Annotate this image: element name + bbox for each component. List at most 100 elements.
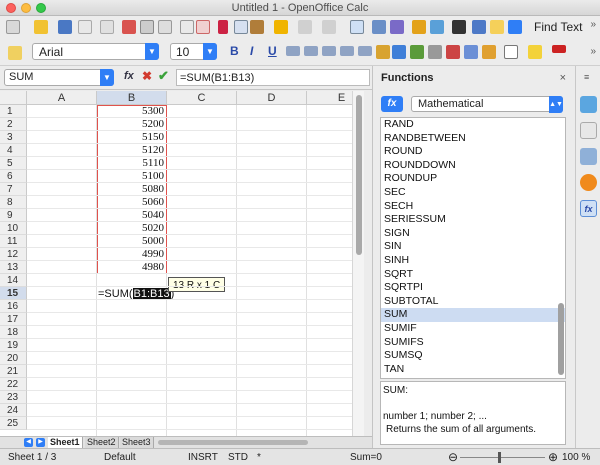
underline-button[interactable]: U xyxy=(268,44,277,58)
clone-formatting-icon[interactable] xyxy=(274,20,288,34)
vertical-scroll-thumb[interactable] xyxy=(356,95,362,255)
font-name-select[interactable]: Arial ▼ xyxy=(32,43,159,60)
autospellcheck-icon[interactable] xyxy=(196,20,210,34)
list-item[interactable]: SUMIFS xyxy=(381,336,565,350)
row-header[interactable]: 24 xyxy=(0,404,27,417)
selection-mode[interactable]: STD xyxy=(228,452,248,463)
print-preview-icon[interactable] xyxy=(158,20,172,34)
zoom-out-icon[interactable]: ⊖ xyxy=(448,450,458,464)
font-size-select[interactable]: 10 ▼ xyxy=(170,43,217,60)
navigator-icon[interactable] xyxy=(472,20,486,34)
list-item[interactable]: SUMIF xyxy=(381,322,565,336)
column-header-d[interactable]: D xyxy=(237,91,307,105)
list-item[interactable]: SUM xyxy=(381,308,565,322)
page-style[interactable]: Default xyxy=(104,452,136,463)
toolbar-overflow-icon[interactable]: » xyxy=(590,19,596,30)
print-icon[interactable] xyxy=(140,20,154,34)
row-header[interactable]: 18 xyxy=(0,326,27,339)
row-header[interactable]: 9 xyxy=(0,209,27,222)
sort-descending-icon[interactable] xyxy=(390,20,404,34)
currency-format-icon[interactable] xyxy=(376,45,390,59)
find-text-label[interactable]: Find Text xyxy=(534,20,582,34)
functions-deck-icon[interactable]: fx xyxy=(580,200,597,217)
function-wizard-button[interactable]: fx xyxy=(124,70,134,82)
list-item[interactable]: SIGN xyxy=(381,227,565,241)
italic-button[interactable]: I xyxy=(250,44,253,58)
formula-input[interactable]: =SUM(B1:B13) xyxy=(176,69,370,86)
row-header[interactable]: 10 xyxy=(0,222,27,235)
styles-deck-icon[interactable] xyxy=(580,122,597,139)
copy-icon[interactable] xyxy=(234,20,248,34)
navigator-compass-icon[interactable] xyxy=(580,174,597,191)
percent-format-icon[interactable] xyxy=(392,45,406,59)
spellcheck-icon[interactable] xyxy=(180,20,194,34)
chart-icon[interactable] xyxy=(412,20,426,34)
toolbar-overflow-icon[interactable]: » xyxy=(590,46,596,57)
row-header[interactable]: 16 xyxy=(0,300,27,313)
list-item[interactable]: SECH xyxy=(381,200,565,214)
function-list-scroll-thumb[interactable] xyxy=(558,303,564,375)
bold-button[interactable]: B xyxy=(230,44,239,58)
gallery-icon[interactable] xyxy=(490,20,504,34)
gallery-deck-icon[interactable] xyxy=(580,148,597,165)
decrease-indent-icon[interactable] xyxy=(482,45,496,59)
spreadsheet-grid[interactable]: A B C D E 1 2 3 4 5 6 7 8 9 10 11 12 13 14 15 16 17 18 19 2… xyxy=(0,91,352,436)
background-color-icon[interactable] xyxy=(528,45,542,59)
hyperlink-icon[interactable] xyxy=(350,20,364,34)
merge-cells-icon[interactable] xyxy=(358,46,372,56)
font-color-icon[interactable] xyxy=(552,45,566,53)
row-header[interactable]: 21 xyxy=(0,365,27,378)
save-icon[interactable] xyxy=(58,20,72,34)
list-item[interactable]: SINH xyxy=(381,254,565,268)
list-item[interactable]: SERIESSUM xyxy=(381,213,565,227)
zoom-slider-handle[interactable] xyxy=(498,452,501,463)
row-header[interactable]: 12 xyxy=(0,248,27,261)
properties-icon[interactable] xyxy=(580,96,597,113)
column-header-c[interactable]: C xyxy=(167,91,237,105)
sort-ascending-icon[interactable] xyxy=(372,20,386,34)
edit-file-icon[interactable] xyxy=(100,20,114,34)
row-header[interactable]: 2 xyxy=(0,118,27,131)
row-header[interactable]: 13 xyxy=(0,261,27,274)
tab-sheet3[interactable]: Sheet3 xyxy=(120,437,154,448)
list-item[interactable]: TANH xyxy=(381,376,565,378)
list-item[interactable]: TAN xyxy=(381,363,565,377)
justify-icon[interactable] xyxy=(340,46,354,56)
list-item[interactable]: SQRT xyxy=(381,268,565,282)
select-all-corner[interactable] xyxy=(0,91,27,105)
column-header-a[interactable]: A xyxy=(27,91,97,105)
zoom-in-icon[interactable]: ⊕ xyxy=(548,450,558,464)
chevron-down-icon[interactable]: ▼ xyxy=(145,43,159,60)
last-sheet-icon[interactable]: ▶ xyxy=(36,438,45,447)
redo-icon[interactable] xyxy=(322,20,336,34)
column-header-e[interactable]: E xyxy=(307,91,352,105)
row-header[interactable]: 22 xyxy=(0,378,27,391)
undo-icon[interactable] xyxy=(298,20,312,34)
delete-decimal-icon[interactable] xyxy=(446,45,460,59)
row-header[interactable]: 19 xyxy=(0,339,27,352)
list-item[interactable]: RANDBETWEEN xyxy=(381,132,565,146)
close-icon[interactable]: × xyxy=(560,72,566,84)
function-category-select[interactable]: Mathematical ▲▼ xyxy=(411,96,563,113)
vertical-scrollbar[interactable] xyxy=(352,91,364,436)
list-item[interactable]: SIN xyxy=(381,240,565,254)
list-item[interactable]: SUBTOTAL xyxy=(381,295,565,309)
increase-indent-icon[interactable] xyxy=(464,45,478,59)
first-sheet-icon[interactable]: ◀ xyxy=(24,438,33,447)
row-header[interactable]: 15 xyxy=(0,287,27,300)
paste-icon[interactable] xyxy=(250,20,264,34)
row-header[interactable]: 8 xyxy=(0,196,27,209)
insert-function-button[interactable]: fx xyxy=(381,96,403,112)
function-list[interactable]: RAND RANDBETWEEN ROUND ROUNDDOWN ROUNDUP SEC S… xyxy=(380,117,566,379)
name-box[interactable]: SUM ▼ xyxy=(4,69,114,86)
list-item[interactable]: ROUNDDOWN xyxy=(381,159,565,173)
email-icon[interactable] xyxy=(78,20,92,34)
row-header[interactable]: 17 xyxy=(0,313,27,326)
row-header[interactable]: 5 xyxy=(0,157,27,170)
find-binoculars-icon[interactable] xyxy=(452,20,466,34)
chevron-down-icon[interactable]: ▼ xyxy=(203,43,217,60)
chevron-updown-icon[interactable]: ▲▼ xyxy=(549,96,563,113)
horizontal-scroll-thumb[interactable] xyxy=(158,440,308,445)
align-left-icon[interactable] xyxy=(286,46,300,56)
zoom-slider[interactable] xyxy=(460,457,545,458)
